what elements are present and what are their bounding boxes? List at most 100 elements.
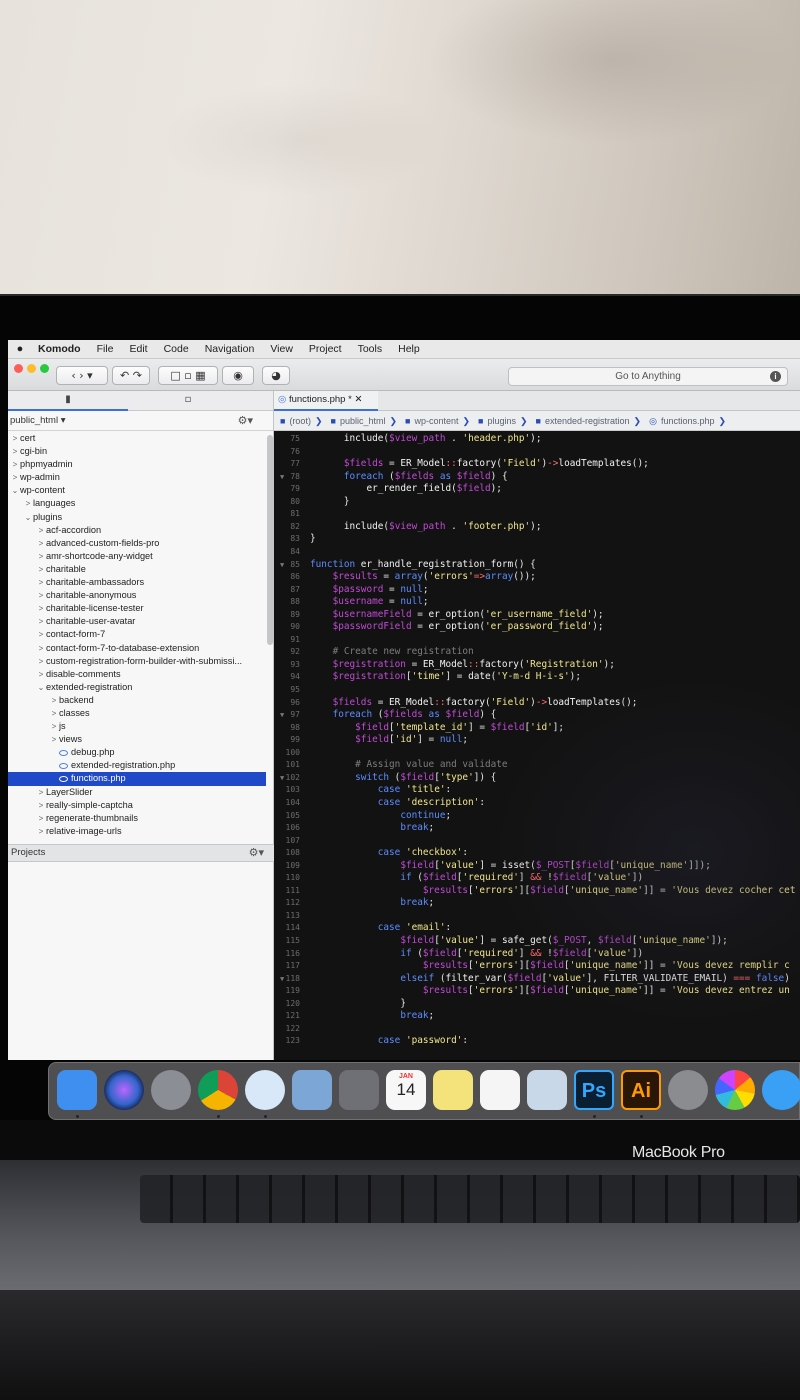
folder-item[interactable]: ⌄ wp-content — [8, 484, 266, 497]
breadcrumb-item[interactable]: plugins — [487, 416, 516, 426]
menu-help[interactable]: Help — [398, 343, 420, 355]
folder-item[interactable]: > classes — [8, 707, 266, 720]
minimize-window-icon[interactable] — [27, 364, 36, 373]
collapsed-chevron-icon[interactable]: > — [36, 537, 46, 550]
collapsed-chevron-icon[interactable]: > — [36, 786, 46, 799]
collapsed-chevron-icon[interactable]: > — [36, 576, 46, 589]
fold-toggle-icon[interactable]: ▼ — [280, 772, 284, 784]
gear-icon[interactable]: ⚙▾ — [238, 411, 253, 431]
tab-close-icon[interactable]: ✕ — [354, 394, 362, 405]
folder-item[interactable]: > really-simple-captcha — [8, 799, 266, 812]
finder-icon[interactable] — [57, 1070, 97, 1110]
browser-preview-button[interactable]: ◕ — [262, 366, 290, 385]
collapsed-chevron-icon[interactable]: > — [10, 432, 20, 445]
undo-redo-button[interactable]: ↶ ↷ — [112, 366, 150, 385]
fold-toggle-icon[interactable]: ▼ — [280, 471, 284, 483]
file-item[interactable]: extended-registration.php — [8, 759, 266, 772]
folder-item[interactable]: > phpmyadmin — [8, 458, 266, 471]
tab-functions-php[interactable]: ◎ functions.php * ✕ — [274, 391, 378, 411]
safari-icon[interactable] — [245, 1070, 285, 1110]
collapsed-chevron-icon[interactable]: > — [36, 602, 46, 615]
menu-file[interactable]: File — [97, 343, 114, 355]
collapsed-chevron-icon[interactable]: > — [36, 668, 46, 681]
collapsed-chevron-icon[interactable]: > — [36, 524, 46, 537]
folder-item[interactable]: > views — [8, 733, 266, 746]
system-preferences-icon[interactable] — [339, 1070, 379, 1110]
zoom-window-icon[interactable] — [40, 364, 49, 373]
illustrator-icon[interactable]: Ai — [621, 1070, 661, 1110]
menu-edit[interactable]: Edit — [130, 343, 148, 355]
collapsed-chevron-icon[interactable]: > — [10, 445, 20, 458]
chrome-icon[interactable] — [198, 1070, 238, 1110]
folder-item[interactable]: > disable-comments — [8, 668, 266, 681]
collapsed-chevron-icon[interactable]: > — [49, 707, 59, 720]
projects-header[interactable]: Projects ⚙▾ — [8, 844, 274, 862]
collapsed-chevron-icon[interactable]: > — [36, 615, 46, 628]
collapsed-chevron-icon[interactable]: > — [49, 694, 59, 707]
collapsed-chevron-icon[interactable]: > — [36, 655, 46, 668]
collapsed-chevron-icon[interactable]: > — [36, 563, 46, 576]
folder-item[interactable]: > wp-admin — [8, 471, 266, 484]
folder-item[interactable]: > charitable-license-tester — [8, 602, 266, 615]
info-icon[interactable]: i — [770, 371, 781, 382]
collapsed-chevron-icon[interactable]: > — [36, 799, 46, 812]
folder-item[interactable]: > cgi-bin — [8, 445, 266, 458]
breadcrumb-item[interactable]: (root) — [289, 416, 311, 426]
collapsed-chevron-icon[interactable]: > — [36, 812, 46, 825]
folder-item[interactable]: > cert — [8, 432, 266, 445]
siri-icon[interactable] — [104, 1070, 144, 1110]
collapsed-chevron-icon[interactable]: > — [23, 497, 33, 510]
notes-icon[interactable] — [433, 1070, 473, 1110]
tree-scrollbar[interactable] — [267, 435, 273, 645]
folder-item[interactable]: > advanced-custom-fields-pro — [8, 537, 266, 550]
fold-toggle-icon[interactable]: ▼ — [280, 709, 284, 721]
history-nav-button[interactable]: ‹ › ▾ — [56, 366, 108, 385]
file-item[interactable]: debug.php — [8, 746, 266, 759]
breadcrumb-item[interactable]: functions.php — [661, 416, 715, 426]
folder-item[interactable]: > relative-image-urls — [8, 825, 266, 838]
folder-item[interactable]: > charitable-ambassadors — [8, 576, 266, 589]
preview-icon[interactable] — [527, 1070, 567, 1110]
photos-icon[interactable] — [715, 1070, 755, 1110]
menu-navigation[interactable]: Navigation — [205, 343, 255, 355]
folder-item[interactable]: > LayerSlider — [8, 786, 266, 799]
apple-icon[interactable]: ● — [14, 343, 26, 355]
collapsed-chevron-icon[interactable]: > — [10, 458, 20, 471]
folder-item[interactable]: > regenerate-thumbnails — [8, 812, 266, 825]
expanded-chevron-icon[interactable]: ⌄ — [36, 681, 46, 694]
fold-toggle-icon[interactable]: ▼ — [280, 559, 284, 571]
collapsed-chevron-icon[interactable]: > — [49, 733, 59, 746]
file-item[interactable]: functions.php — [8, 772, 266, 786]
collapsed-chevron-icon[interactable]: > — [36, 589, 46, 602]
collapsed-chevron-icon[interactable]: > — [36, 642, 46, 655]
close-window-icon[interactable] — [14, 364, 23, 373]
menu-view[interactable]: View — [270, 343, 293, 355]
folder-item[interactable]: > custom-registration-form-builder-with-s… — [8, 655, 266, 668]
folder-item[interactable]: > contact-form-7 — [8, 628, 266, 641]
collapsed-chevron-icon[interactable]: > — [10, 471, 20, 484]
collapsed-chevron-icon[interactable]: > — [36, 628, 46, 641]
folder-item[interactable]: > languages — [8, 497, 266, 510]
reminders-icon[interactable] — [480, 1070, 520, 1110]
collapsed-chevron-icon[interactable]: > — [36, 550, 46, 563]
messages-icon[interactable] — [762, 1070, 800, 1110]
app-menu[interactable]: Komodo — [38, 343, 81, 355]
folder-item[interactable]: > charitable — [8, 563, 266, 576]
calendar-icon[interactable]: JAN 14 — [386, 1070, 426, 1110]
breadcrumb-item[interactable]: extended-registration — [545, 416, 630, 426]
folder-item[interactable]: ⌄ plugins — [8, 511, 266, 524]
folder-item[interactable]: ⌄ extended-registration — [8, 681, 266, 694]
menu-code[interactable]: Code — [164, 343, 189, 355]
file-actions-button[interactable]: □ ▫ ▦ — [158, 366, 218, 385]
go-to-anything-input[interactable]: Go to Anything i — [508, 367, 788, 386]
breadcrumb-item[interactable]: wp-content — [414, 416, 458, 426]
code-editor[interactable]: 75 include($view_path . 'header.php'); 76… — [274, 431, 800, 1060]
folder-item[interactable]: > charitable-anonymous — [8, 589, 266, 602]
collapsed-chevron-icon[interactable]: > — [36, 825, 46, 838]
folder-item[interactable]: > contact-form-7-to-database-extension — [8, 642, 266, 655]
folder-item[interactable]: > charitable-user-avatar — [8, 615, 266, 628]
dashboard-icon[interactable] — [668, 1070, 708, 1110]
file-tab-icon[interactable]: ▫ — [138, 391, 238, 411]
menu-project[interactable]: Project — [309, 343, 342, 355]
breadcrumb-item[interactable]: public_html — [340, 416, 386, 426]
